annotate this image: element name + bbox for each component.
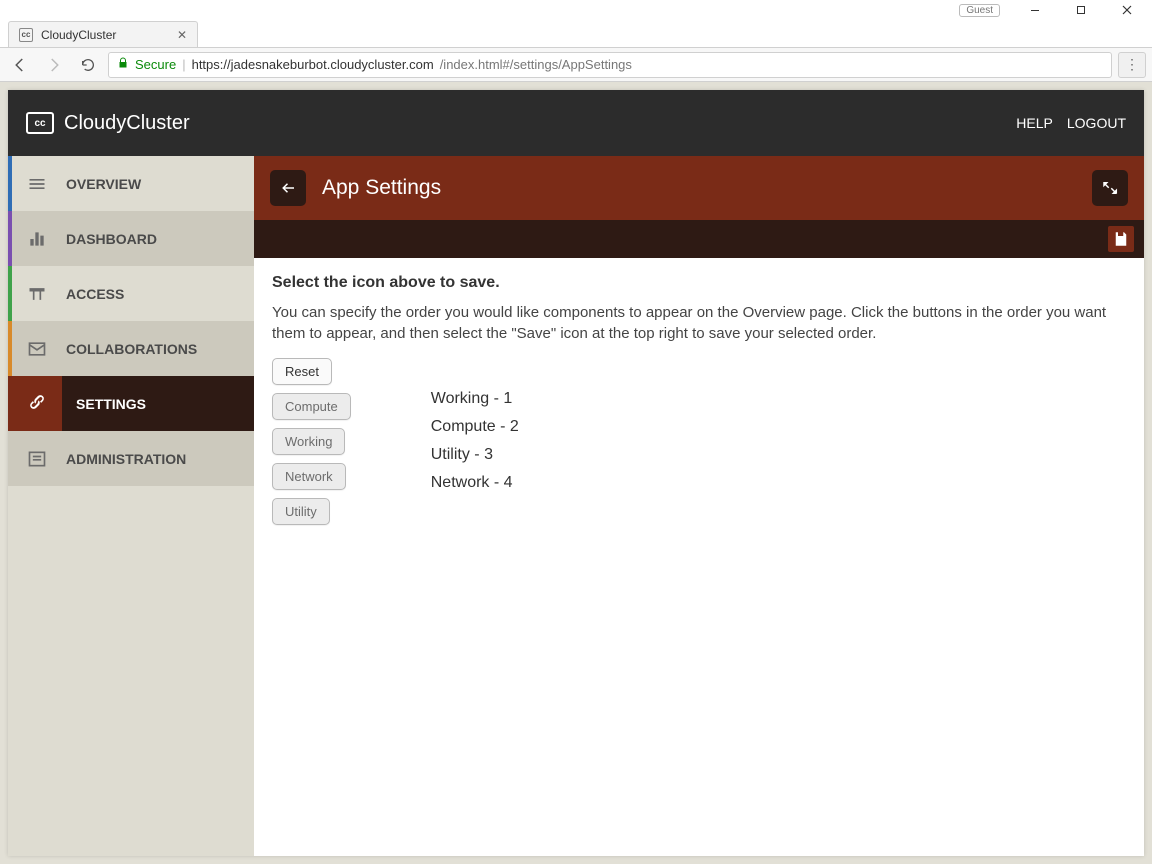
nav-forward-icon <box>40 51 68 79</box>
address-bar[interactable]: Secure | https://jadesnakeburbot.cloudyc… <box>108 52 1112 78</box>
page-title: App Settings <box>322 176 441 200</box>
sidebar-item-access[interactable]: ACCESS <box>8 266 254 321</box>
order-list: Working - 1 Compute - 2 Utility - 3 Netw… <box>431 358 519 492</box>
link-icon <box>27 392 47 415</box>
sidebar: OVERVIEW DASHBOARD ACCESS <box>8 156 254 856</box>
order-item: Compute - 2 <box>431 418 519 436</box>
expand-button[interactable] <box>1092 170 1128 206</box>
sidebar-item-label: ADMINISTRATION <box>66 451 186 467</box>
nav-reload-icon[interactable] <box>74 51 102 79</box>
browser-tab[interactable]: cc CloudyCluster ✕ <box>8 21 198 47</box>
admin-icon <box>26 448 48 470</box>
order-item: Network - 4 <box>431 474 519 492</box>
menu-icon <box>26 173 48 195</box>
sidebar-item-dashboard[interactable]: DASHBOARD <box>8 211 254 266</box>
help-link[interactable]: HELP <box>1016 115 1053 131</box>
save-button[interactable] <box>1108 226 1134 252</box>
lock-icon <box>117 57 129 72</box>
component-button-utility[interactable]: Utility <box>272 498 330 525</box>
dashboard-icon <box>26 228 48 250</box>
sidebar-item-label: DASHBOARD <box>66 231 157 247</box>
url-path: /index.html#/settings/AppSettings <box>440 57 632 72</box>
sidebar-item-collaborations[interactable]: COLLABORATIONS <box>8 321 254 376</box>
mail-icon <box>26 338 48 360</box>
brand-icon: cc <box>26 112 54 134</box>
component-button-compute[interactable]: Compute <box>272 393 351 420</box>
page-back-button[interactable] <box>270 170 306 206</box>
tab-title: CloudyCluster <box>41 28 116 42</box>
logout-link[interactable]: LOGOUT <box>1067 115 1126 131</box>
secure-label: Secure <box>135 57 176 72</box>
guest-badge: Guest <box>959 4 1000 17</box>
reset-button[interactable]: Reset <box>272 358 332 385</box>
component-button-network[interactable]: Network <box>272 463 346 490</box>
sidebar-item-label: ACCESS <box>66 286 124 302</box>
sidebar-item-administration[interactable]: ADMINISTRATION <box>8 431 254 486</box>
page-description: You can specify the order you would like… <box>272 302 1126 344</box>
brand-name: CloudyCluster <box>64 112 190 135</box>
order-item: Utility - 3 <box>431 446 519 464</box>
window-minimize-icon[interactable] <box>1012 0 1058 20</box>
nav-back-icon[interactable] <box>6 51 34 79</box>
sidebar-item-label: COLLABORATIONS <box>66 341 197 357</box>
tab-close-icon[interactable]: ✕ <box>177 28 187 42</box>
order-item: Working - 1 <box>431 390 519 408</box>
save-hint: Select the icon above to save. <box>272 274 1126 292</box>
window-maximize-icon[interactable] <box>1058 0 1104 20</box>
browser-menu-icon[interactable]: ⋮ <box>1118 52 1146 78</box>
sidebar-item-settings[interactable]: SETTINGS <box>8 376 254 431</box>
favicon-icon: cc <box>19 28 33 42</box>
sidebar-item-overview[interactable]: OVERVIEW <box>8 156 254 211</box>
component-button-working[interactable]: Working <box>272 428 345 455</box>
app-header: cc CloudyCluster HELP LOGOUT <box>8 90 1144 156</box>
sidebar-item-label: OVERVIEW <box>66 176 141 192</box>
url-host: https://jadesnakeburbot.cloudycluster.co… <box>192 57 434 72</box>
window-close-icon[interactable] <box>1104 0 1150 20</box>
access-icon <box>26 283 48 305</box>
sidebar-item-label: SETTINGS <box>76 396 146 412</box>
